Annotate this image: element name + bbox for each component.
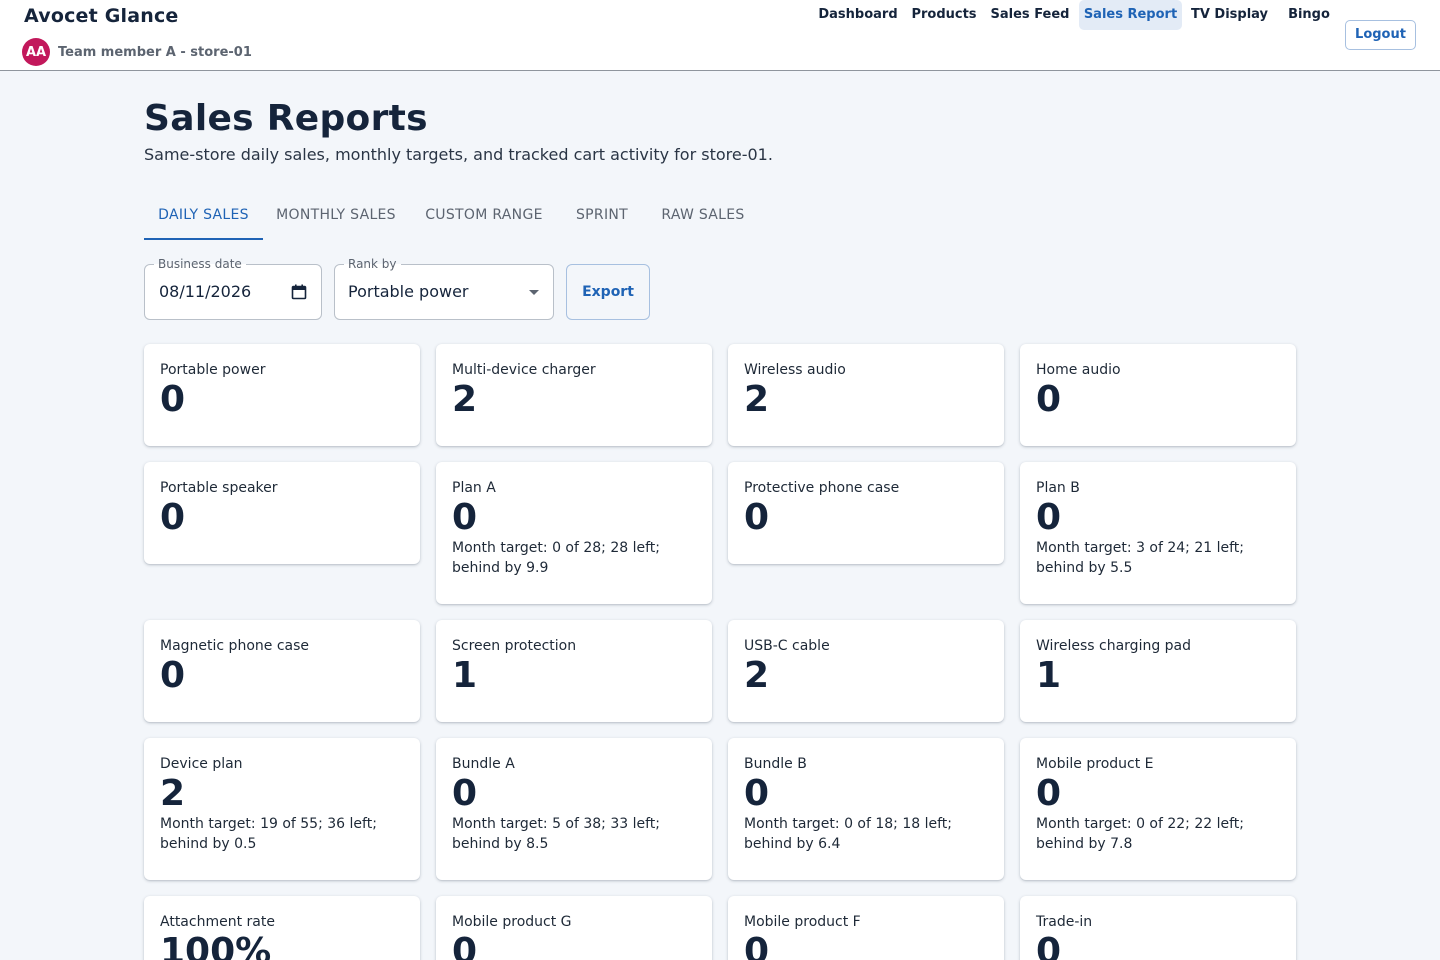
- metric-target-note: Month target: 19 of 55; 36 left; behind …: [160, 816, 377, 852]
- metric-card: Plan A 0 Month target: 0 of 28; 28 left; b…: [436, 462, 712, 604]
- metric-label: Mobile product E: [1036, 756, 1154, 772]
- metric-card: Portable power 0: [144, 344, 420, 446]
- metric-card: Mobile product G0: [436, 896, 712, 960]
- metric-value: 2: [744, 655, 770, 696]
- metric-value: 1: [452, 655, 478, 696]
- rank-by-label: Rank by: [344, 257, 401, 271]
- business-date-field[interactable]: Business date 08/11/2026: [144, 257, 322, 320]
- metric-card: Bundle A 0 Month target: 5 of 38; 33 left;…: [436, 738, 712, 880]
- metric-value: 2: [160, 773, 186, 814]
- metric-card: Trade-in 0: [1020, 896, 1296, 960]
- nav-products[interactable]: Products: [906, 0, 982, 30]
- metric-label: Screen protection: [452, 638, 577, 654]
- nav-bingo[interactable]: Bingo: [1280, 0, 1338, 30]
- logout-button[interactable]: Logout: [1345, 20, 1416, 50]
- metric-card: Protective phone case 0: [728, 462, 1004, 564]
- metric-card: Wireless audio 2: [728, 344, 1004, 446]
- metric-value: 1: [1036, 655, 1062, 696]
- metric-target-note: Month target: 0 of 28; 28 left; behind b…: [452, 540, 661, 576]
- metric-label: USB-C cable: [744, 638, 830, 654]
- report-tabs: DAILY SALES MONTHLY SALES CUSTOM RANGE S…: [144, 190, 784, 240]
- page-title: Sales Reports: [144, 98, 428, 139]
- metric-value: 2: [744, 379, 770, 420]
- tab-sprint[interactable]: SPRINT: [564, 190, 640, 240]
- top-bar: Avocet Glance AA Team member A - store-0…: [0, 0, 1440, 71]
- calendar-icon[interactable]: [291, 284, 307, 300]
- export-button[interactable]: Export: [566, 264, 650, 320]
- metric-value: 0: [160, 655, 186, 696]
- metric-card: Bundle B 0 Month target: 0 of 18; 18 left;…: [728, 738, 1004, 880]
- metric-card: Multi-device charger 2: [436, 344, 712, 446]
- business-date-value[interactable]: 08/11/2026: [159, 282, 251, 301]
- metric-value: 0: [452, 931, 478, 960]
- metric-label: Plan A: [452, 480, 496, 496]
- metric-label: Wireless audio: [744, 362, 846, 378]
- metric-label: Bundle B: [744, 756, 807, 772]
- metric-value: 0: [1036, 379, 1062, 420]
- metric-card: Plan B 0 Month target: 3 of 24; 21 left; b…: [1020, 462, 1296, 604]
- user-label: Team member A - store-01: [58, 44, 252, 60]
- metric-value: 0: [160, 497, 186, 538]
- metric-value: 0: [744, 773, 770, 814]
- metric-label: Wireless charging pad: [1036, 638, 1192, 654]
- metric-value: 0: [744, 931, 770, 960]
- nav-sales-feed[interactable]: Sales Feed: [986, 0, 1074, 30]
- metric-card: USB-C cable 2: [728, 620, 1004, 722]
- metric-card: Mobile product E 0 Month target: 0 of 22; …: [1020, 738, 1296, 880]
- metric-label: Plan B: [1036, 480, 1080, 496]
- metric-value: 0: [1036, 773, 1062, 814]
- metric-label: Multi-device charger: [452, 362, 596, 378]
- metric-label: Bundle A: [452, 756, 515, 772]
- metric-target-note: Month target: 0 of 22; 22 left; behind b…: [1036, 816, 1245, 852]
- metric-label: Device plan: [160, 756, 243, 772]
- metric-card: Wireless charging pad 1: [1020, 620, 1296, 722]
- metric-label: Protective phone case: [744, 480, 900, 496]
- metric-label: Mobile product F: [744, 914, 861, 930]
- metric-value: 0: [452, 497, 478, 538]
- metric-label: Magnetic phone case: [160, 638, 310, 654]
- metric-value: 0: [744, 497, 770, 538]
- metric-label: Portable power: [160, 362, 266, 378]
- metric-card: Portable speaker 0: [144, 462, 420, 564]
- metric-card: Device plan 2 Month target: 19 of 55; 36 l…: [144, 738, 420, 880]
- metric-card: Magnetic phone case 0: [144, 620, 420, 722]
- chevron-down-icon[interactable]: [529, 290, 539, 295]
- metric-target-note: Month target: 3 of 24; 21 left; behind b…: [1036, 540, 1245, 576]
- metric-label: Mobile product G: [452, 914, 572, 930]
- metric-value: 0: [1036, 931, 1062, 960]
- metric-target-note: Month target: 0 of 18; 18 left; behind b…: [744, 816, 953, 852]
- tab-monthly-sales[interactable]: MONTHLY SALES: [266, 190, 406, 240]
- user-info: AA Team member A - store-01: [22, 38, 252, 66]
- metric-card: Mobile product F0: [728, 896, 1004, 960]
- rank-by-select[interactable]: Rank by Portable power: [334, 257, 554, 320]
- tab-daily-sales[interactable]: DAILY SALES: [144, 190, 263, 240]
- metric-label: Attachment rate: [160, 914, 275, 930]
- tab-raw-sales[interactable]: RAW SALES: [650, 190, 756, 240]
- page-subtitle: Same-store daily sales, monthly targets,…: [144, 145, 773, 164]
- avatar[interactable]: AA: [22, 38, 50, 66]
- nav-tv-display[interactable]: TV Display: [1185, 0, 1274, 30]
- metric-value: 0: [1036, 497, 1062, 538]
- metric-value: 2: [452, 379, 478, 420]
- metric-label: Home audio: [1036, 362, 1121, 378]
- rank-by-value[interactable]: Portable power: [348, 282, 469, 301]
- business-date-label: Business date: [154, 257, 246, 271]
- nav-sales-report[interactable]: Sales Report: [1079, 0, 1182, 30]
- nav-dashboard[interactable]: Dashboard: [813, 0, 903, 30]
- tab-custom-range[interactable]: CUSTOM RANGE: [416, 190, 552, 240]
- metric-value: 100%: [160, 931, 272, 960]
- metric-label: Portable speaker: [160, 480, 278, 496]
- metric-card: Home audio 0: [1020, 344, 1296, 446]
- metric-card: Screen protection 1: [436, 620, 712, 722]
- app-title: Avocet Glance: [24, 5, 179, 27]
- metric-target-note: Month target: 5 of 38; 33 left; behind b…: [452, 816, 661, 852]
- metric-value: 0: [160, 379, 186, 420]
- metric-label: Trade-in: [1036, 914, 1093, 930]
- metric-card: Attachment rate 100%: [144, 896, 420, 960]
- metric-value: 0: [452, 773, 478, 814]
